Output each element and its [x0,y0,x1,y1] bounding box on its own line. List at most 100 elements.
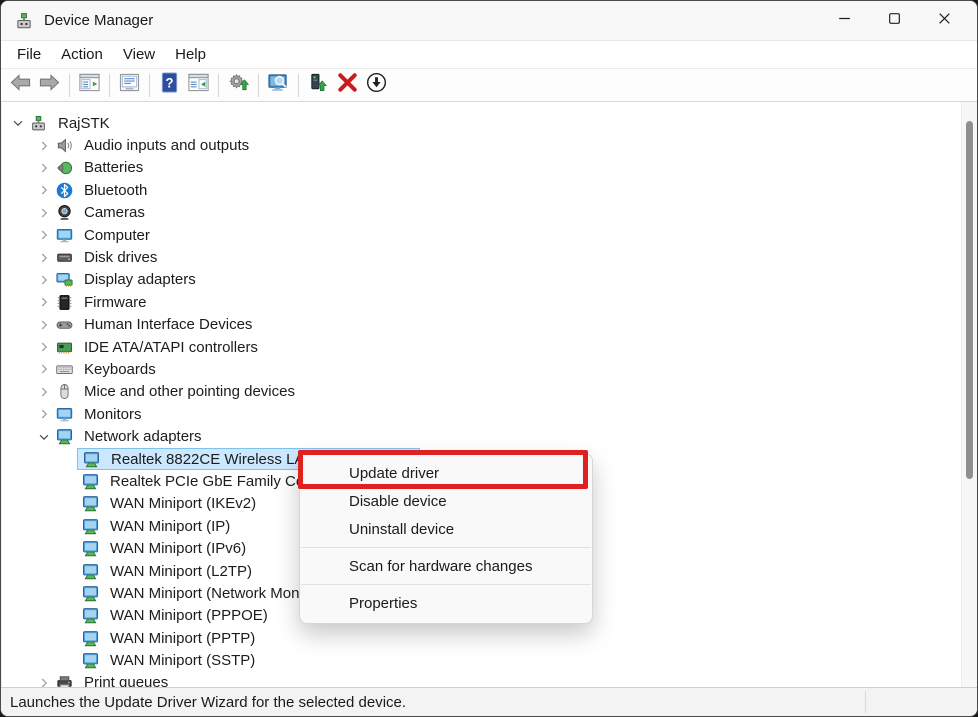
context-menu-separator [301,584,591,585]
scan-monitor-icon [267,71,290,99]
tree-item-label: Keyboards [84,361,156,378]
toolbar-separator [69,74,70,97]
help-button[interactable]: ? [156,72,183,99]
tree-item-label: WAN Miniport (PPTP) [110,630,255,647]
tree-item-ide-ata-atapi-controllers[interactable]: IDE ATA/ATAPI controllers [2,336,977,358]
context-menu-item-properties[interactable]: Properties [300,589,592,617]
scrollbar-thumb[interactable] [966,121,973,479]
window-controls [819,1,969,40]
chevron-right-icon[interactable] [36,227,52,243]
menu-bar: FileActionViewHelp [1,41,977,69]
maximize-button[interactable] [869,1,919,40]
tree-item-audio-inputs-and-outputs[interactable]: Audio inputs and outputs [2,134,977,156]
tree-item-label: Realtek PCIe GbE Family Cont [110,473,317,490]
tree-item-label: RajSTK [58,115,110,132]
chevron-down-icon[interactable] [36,429,52,445]
update-driver-software-button[interactable] [305,72,332,99]
tree-item-label: Display adapters [84,271,196,288]
tree-item-content: Disk drives [54,247,157,269]
context-menu: Update driverDisable deviceUninstall dev… [299,453,593,624]
tree-item-label: WAN Miniport (IKEv2) [110,495,256,512]
tree-item-content: IDE ATA/ATAPI controllers [54,336,258,358]
forward-button[interactable] [36,72,63,99]
tree-item-label: Network adapters [84,428,202,445]
back-button[interactable] [7,72,34,99]
chevron-placeholder [62,653,78,669]
menu-help[interactable]: Help [165,44,216,65]
tree-item-label: Human Interface Devices [84,316,252,333]
context-menu-item-scan-for-hardware-changes[interactable]: Scan for hardware changes [300,552,592,580]
monitor-icon [54,404,74,424]
chevron-right-icon[interactable] [36,339,52,355]
context-menu-item-disable-device[interactable]: Disable device [300,487,592,515]
close-button[interactable] [919,1,969,40]
tree-item-label: WAN Miniport (IP) [110,518,230,535]
audio-icon [54,136,74,156]
tree-item-label: Firmware [84,294,147,311]
uninstall-x-icon [336,71,359,99]
chevron-right-icon[interactable] [36,182,52,198]
tree-item-batteries[interactable]: Batteries [2,157,977,179]
menu-view[interactable]: View [113,44,165,65]
chevron-right-icon[interactable] [36,250,52,266]
monitor-icon [54,225,74,245]
tree-item-content: WAN Miniport (Network Mon [80,582,299,604]
minimize-button[interactable] [819,1,869,40]
back-arrow-icon [9,71,32,99]
chevron-right-icon[interactable] [36,160,52,176]
tree-item-label: Cameras [84,204,145,221]
computer-root-icon [28,113,48,133]
network-icon [80,516,100,536]
chevron-placeholder [62,518,78,534]
chevron-right-icon[interactable] [36,384,52,400]
properties-button[interactable] [116,72,143,99]
chevron-right-icon[interactable] [36,272,52,288]
update-driver-button[interactable] [225,72,252,99]
chevron-right-icon[interactable] [36,361,52,377]
chevron-down-icon[interactable] [10,115,26,131]
tree-item-human-interface-devices[interactable]: Human Interface Devices [2,314,977,336]
tree-item-computer[interactable]: Computer [2,224,977,246]
scan-hardware-changes-button[interactable] [265,72,292,99]
tree-item-wan-miniport-sstp[interactable]: WAN Miniport (SSTP) [2,649,977,671]
display-icon [54,270,74,290]
tree-item-label: Mice and other pointing devices [84,383,295,400]
chevron-right-icon[interactable] [36,675,52,687]
vertical-scrollbar[interactable] [961,102,977,687]
title-bar[interactable]: Device Manager [1,1,977,41]
toolbar: ? [1,69,977,102]
chevron-right-icon[interactable] [36,205,52,221]
tree-item-disk-drives[interactable]: Disk drives [2,246,977,268]
status-message: Launches the Update Driver Wizard for th… [10,694,406,711]
chevron-right-icon[interactable] [36,294,52,310]
tree-item-label: WAN Miniport (L2TP) [110,563,252,580]
tree-item-firmware[interactable]: Firmware [2,291,977,313]
menu-file[interactable]: File [7,44,51,65]
tree-item-keyboards[interactable]: Keyboards [2,358,977,380]
tree-item-monitors[interactable]: Monitors [2,403,977,425]
chevron-right-icon[interactable] [36,138,52,154]
tree-item-cameras[interactable]: Cameras [2,202,977,224]
show-action-pane-button[interactable] [185,72,212,99]
tree-item-content: WAN Miniport (SSTP) [80,650,255,672]
help-icon: ? [158,71,181,99]
tree-item-print-queues[interactable]: Print queues [2,672,977,687]
menu-action[interactable]: Action [51,44,113,65]
ide-icon [54,337,74,357]
disable-device-button[interactable] [363,72,390,99]
tree-item-wan-miniport-pptp[interactable]: WAN Miniport (PPTP) [2,627,977,649]
tree-item-rajstk[interactable]: RajSTK [2,112,977,134]
tree-item-content: WAN Miniport (IKEv2) [80,493,256,515]
network-icon [80,628,100,648]
context-menu-item-uninstall-device[interactable]: Uninstall device [300,515,592,543]
chevron-right-icon[interactable] [36,317,52,333]
tree-item-network-adapters[interactable]: Network adapters [2,425,977,447]
tree-item-mice-and-other-pointing-devices[interactable]: Mice and other pointing devices [2,381,977,403]
tree-item-bluetooth[interactable]: Bluetooth [2,179,977,201]
uninstall-device-button[interactable] [334,72,361,99]
tree-item-display-adapters[interactable]: Display adapters [2,269,977,291]
context-menu-item-update-driver[interactable]: Update driver [300,459,592,487]
show-console-tree-button[interactable] [76,72,103,99]
chevron-placeholder [62,451,78,467]
chevron-right-icon[interactable] [36,406,52,422]
